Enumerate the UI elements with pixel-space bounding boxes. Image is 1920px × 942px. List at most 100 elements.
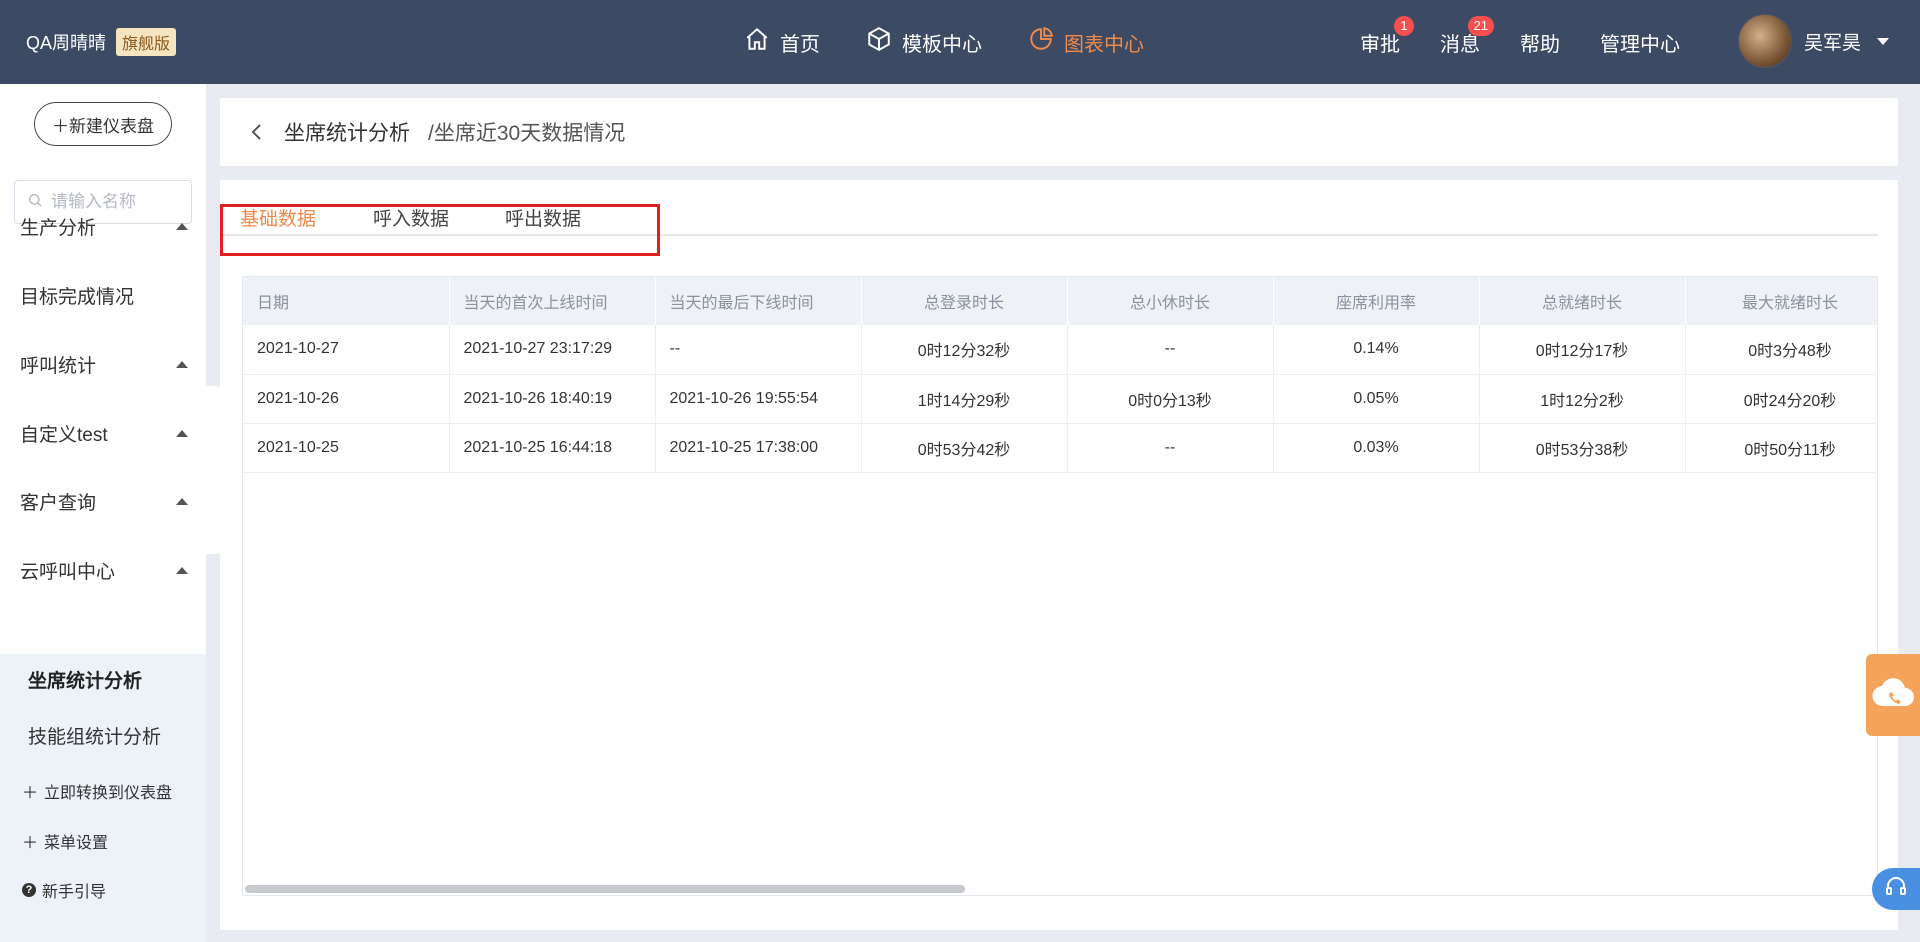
convert-label: 立即转换到仪表盘 (44, 785, 173, 802)
tabs-highlight-box (220, 204, 660, 256)
table-cell: 0.05% (1273, 374, 1480, 424)
sidebar-item-production[interactable]: 生产分析 (0, 206, 206, 246)
sidebar-item-label: 自定义test (20, 424, 108, 446)
caret-up-icon (176, 566, 188, 574)
convert-to-dashboard-link[interactable]: ＋ 立即转换到仪表盘 (22, 779, 172, 803)
table-cell: 1时12分2秒 (1479, 374, 1686, 424)
help-link[interactable]: 帮助 (1520, 28, 1560, 57)
approve-link[interactable]: 审批 1 (1360, 15, 1414, 57)
horizontal-scrollbar[interactable] (245, 885, 965, 893)
table-cell: 0.03% (1273, 423, 1480, 473)
plus-icon: ＋ (22, 835, 39, 852)
sidebar-item-goals[interactable]: 目标完成情况 (0, 275, 206, 315)
new-dashboard-label: 新建仪表盘 (69, 116, 154, 136)
table-cell: 0时24分20秒 (1685, 374, 1877, 424)
plus-icon: ＋ (52, 116, 69, 136)
customer-service-float-button[interactable] (1872, 868, 1920, 910)
table-row: 2021-10-26 2021-10-26 18:40:19 2021-10-2… (243, 374, 1877, 424)
caret-down-icon (1877, 37, 1890, 45)
brand[interactable]: QA周晴晴 旗舰版 (26, 28, 177, 56)
column-header[interactable]: 座席利用率 (1273, 277, 1480, 325)
main-content-card: 基础数据 呼入数据 呼出数据 日期 当天的首次上线时间 当天的最后下线时间 总登… (220, 180, 1898, 930)
sidebar: ＋ 新建仪表盘 生产分析 目标完成情况 呼叫统计 自定义test 客户查询 云呼… (0, 84, 206, 942)
table-cell: 0时12分32秒 (861, 325, 1068, 375)
column-header[interactable]: 当天的首次上线时间 (449, 277, 656, 325)
sidebar-item-customer-query[interactable]: 客户查询 (0, 481, 206, 521)
top-navbar: QA周晴晴 旗舰版 首页 模板中心 图表中心 审批 1 消息 21 帮助 管理中… (0, 0, 1920, 84)
company-name: QA周晴晴 (26, 33, 107, 53)
user-menu[interactable]: 吴军昊 (1738, 14, 1890, 68)
nav-templates[interactable]: 模板中心 (866, 26, 982, 58)
column-header[interactable]: 总小休时长 (1067, 277, 1274, 325)
page-header: 坐席统计分析 /坐席近30天数据情况 (220, 98, 1898, 166)
nav-home[interactable]: 首页 (744, 26, 820, 58)
table-cell: 2021-10-25 (243, 423, 450, 473)
cube-icon (866, 26, 892, 58)
column-header[interactable]: 日期 (243, 277, 450, 325)
approve-badge: 1 (1394, 15, 1414, 36)
page-subtitle: /坐席近30天数据情况 (428, 122, 626, 145)
table-cell: 0时53分42秒 (861, 423, 1068, 473)
new-dashboard-button[interactable]: ＋ 新建仪表盘 (34, 102, 172, 146)
table-cell: 0.14% (1273, 325, 1480, 375)
caret-up-icon (176, 497, 188, 505)
table-cell: 0时12分17秒 (1479, 325, 1686, 375)
beginner-guide-link[interactable]: ? 新手引导 (22, 878, 106, 902)
admin-center-link[interactable]: 管理中心 (1600, 28, 1680, 57)
caret-up-icon (176, 222, 188, 230)
table-cell: -- (1067, 423, 1274, 473)
nav-charts-label: 图表中心 (1064, 33, 1144, 56)
messages-link[interactable]: 消息 21 (1440, 15, 1494, 57)
plus-icon: ＋ (22, 785, 39, 802)
cloud-phone-icon (1871, 677, 1915, 713)
messages-label: 消息 (1440, 33, 1480, 56)
table-cell: 0时53分38秒 (1479, 423, 1686, 473)
sidebar-subitem-skill-group-stats[interactable]: 技能组统计分析 (28, 722, 161, 749)
page-title: 坐席统计分析 (284, 122, 410, 145)
table-cell: 2021-10-27 23:17:29 (449, 325, 656, 375)
column-header[interactable]: 当天的最后下线时间 (655, 277, 862, 325)
table-cell: 2021-10-26 18:40:19 (449, 374, 656, 424)
sidebar-item-custom-test[interactable]: 自定义test (0, 413, 206, 453)
menu-settings-label: 菜单设置 (44, 835, 109, 852)
table-cell: 0时3分48秒 (1685, 325, 1877, 375)
right-nav: 审批 1 消息 21 帮助 管理中心 (1360, 0, 1680, 84)
table-cell: 2021-10-25 17:38:00 (655, 423, 862, 473)
column-header[interactable]: 总就绪时长 (1479, 277, 1686, 325)
table-header-row: 日期 当天的首次上线时间 当天的最后下线时间 总登录时长 总小休时长 座席利用率… (243, 277, 1877, 325)
sidebar-item-label: 生产分析 (20, 217, 97, 239)
menu-settings-link[interactable]: ＋ 菜单设置 (22, 829, 108, 853)
nav-charts[interactable]: 图表中心 (1028, 26, 1144, 58)
sidebar-subitem-agent-stats[interactable]: 坐席统计分析 (28, 666, 142, 693)
help-label: 帮助 (1520, 33, 1560, 56)
main-nav: 首页 模板中心 图表中心 (744, 0, 1190, 84)
caret-up-icon (176, 360, 188, 368)
guide-label: 新手引导 (42, 884, 107, 901)
sidebar-item-call-stats[interactable]: 呼叫统计 (0, 344, 206, 384)
table-row: 2021-10-27 2021-10-27 23:17:29 -- 0时12分3… (243, 325, 1877, 375)
sidebar-item-label: 云呼叫中心 (20, 561, 116, 583)
sidebar-item-label: 目标完成情况 (20, 286, 135, 308)
pie-chart-icon (1028, 26, 1054, 58)
table-cell: 1时14分29秒 (861, 374, 1068, 424)
table-cell: -- (1067, 325, 1274, 375)
table-cell: -- (655, 325, 862, 375)
cloud-call-float-button[interactable] (1866, 654, 1920, 736)
avatar[interactable] (1738, 14, 1792, 68)
sidebar-item-cloud-call-center[interactable]: 云呼叫中心 (0, 550, 206, 590)
table-cell: 0时50分11秒 (1685, 423, 1877, 473)
table-cell: 2021-10-26 (243, 374, 450, 424)
column-header[interactable]: 最大就绪时长 (1685, 277, 1877, 325)
home-icon (744, 26, 770, 58)
back-chevron-icon[interactable] (248, 123, 266, 141)
messages-badge: 21 (1467, 15, 1494, 36)
edition-badge: 旗舰版 (116, 28, 177, 56)
table-cell: 0时0分13秒 (1067, 374, 1274, 424)
table-row: 2021-10-25 2021-10-25 16:44:18 2021-10-2… (243, 423, 1877, 473)
column-header[interactable]: 总登录时长 (861, 277, 1068, 325)
question-icon: ? (22, 883, 36, 897)
headset-icon (1885, 876, 1907, 902)
nav-home-label: 首页 (780, 33, 820, 56)
table-cell: 2021-10-26 19:55:54 (655, 374, 862, 424)
sidebar-item-label: 客户查询 (20, 492, 97, 514)
